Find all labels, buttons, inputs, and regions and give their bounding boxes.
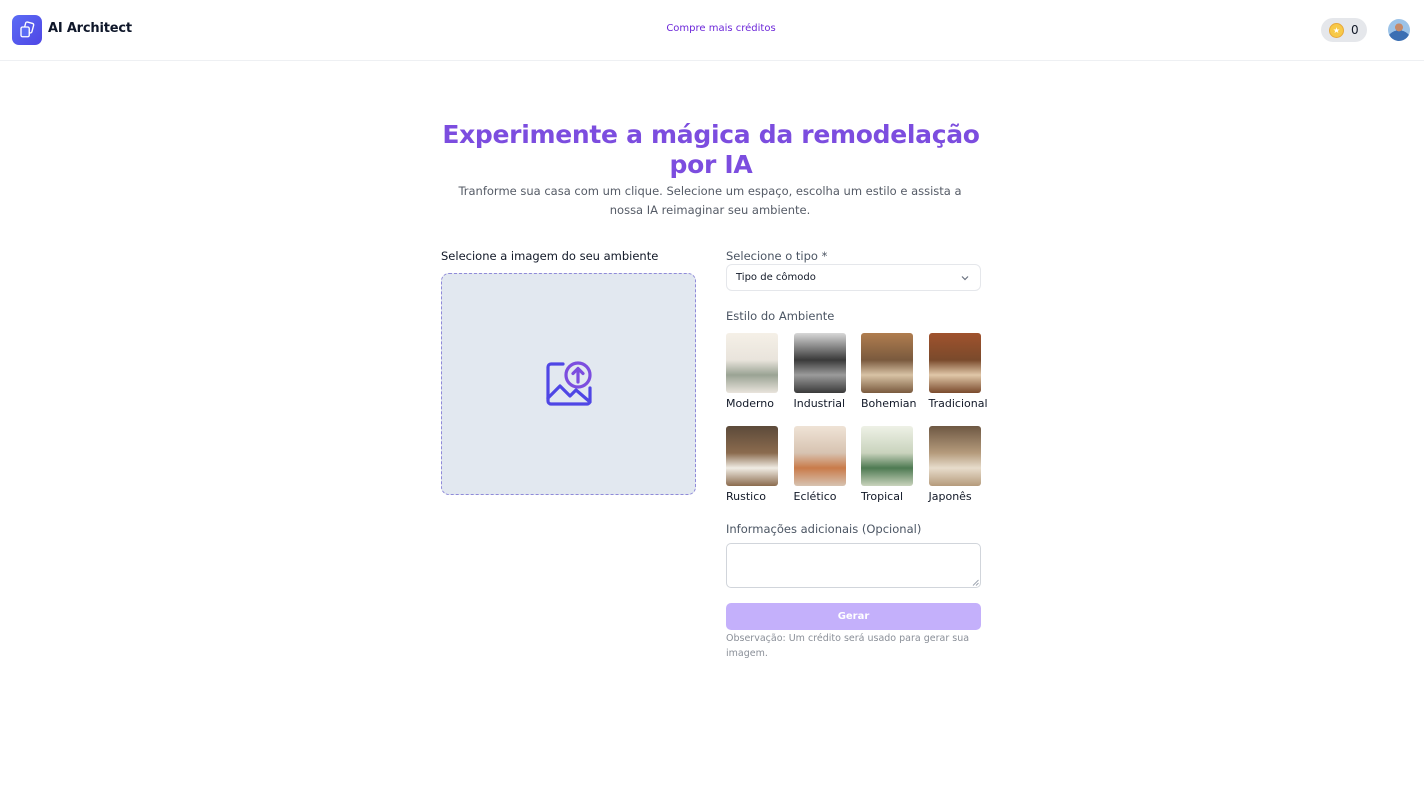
page-subtitle: Tranforme sua casa com um clique. Seleci… [458, 184, 962, 217]
style-name: Japonês [928, 490, 972, 503]
style-thumbnail [793, 426, 846, 486]
layers-logo-icon [20, 21, 35, 38]
page-title: Experimente a mágica da remodelação por … [442, 120, 980, 179]
style-option-rustico[interactable]: Rustico [726, 426, 796, 503]
app-logo[interactable] [12, 15, 42, 45]
room-type-select[interactable]: Tipo de cômodo [726, 264, 981, 291]
image-upload-icon [545, 361, 592, 406]
style-thumbnail [726, 333, 778, 393]
style-option-tropical[interactable]: Tropical [861, 426, 931, 503]
style-name: Industrial [793, 397, 846, 410]
user-avatar[interactable] [1388, 19, 1410, 41]
chevron-down-icon [961, 276, 969, 281]
style-option-ecletico[interactable]: Eclético [793, 426, 864, 503]
style-name: Bohemian [861, 397, 917, 410]
room-type-select-value: Tipo de cômodo [736, 272, 816, 283]
style-name: Rustico [726, 490, 766, 503]
style-option-moderno[interactable]: Moderno [726, 333, 796, 410]
style-option-industrial[interactable]: Industrial [793, 333, 864, 410]
style-option-tradicional[interactable]: Tradicional [928, 333, 999, 410]
style-option-bohemian[interactable]: Bohemian [861, 333, 931, 410]
style-thumbnail [928, 426, 981, 486]
style-name: Tropical [861, 490, 903, 503]
buy-credits-link[interactable]: Compre mais créditos [621, 23, 821, 34]
extra-info-label: Informações adicionais (Opcional) [726, 522, 922, 536]
upload-label: Selecione a imagem do seu ambiente [441, 249, 659, 263]
style-thumbnail [861, 333, 913, 393]
style-name: Eclético [793, 490, 837, 503]
brand-name[interactable]: AI Architect [48, 21, 132, 36]
style-name: Moderno [726, 397, 775, 410]
credits-badge[interactable]: ★ 0 [1321, 18, 1367, 42]
style-thumbnail [793, 333, 846, 393]
extra-info-textarea[interactable] [726, 543, 981, 588]
resize-handle-icon[interactable] [972, 579, 979, 586]
credits-count: 0 [1351, 23, 1359, 37]
room-type-label: Selecione o tipo * [726, 249, 828, 263]
generate-button[interactable]: Gerar [726, 603, 981, 630]
top-navbar: AI Architect Compre mais créditos ★ 0 [0, 0, 1424, 61]
coin-icon: ★ [1329, 22, 1344, 38]
style-option-japones[interactable]: Japonês [928, 426, 999, 503]
image-upload-dropzone[interactable] [441, 273, 696, 495]
style-thumbnail [726, 426, 778, 486]
style-thumbnail [928, 333, 981, 393]
style-name: Tradicional [928, 397, 988, 410]
style-thumbnail [861, 426, 913, 486]
style-label: Estilo do Ambiente [726, 309, 835, 323]
credit-usage-note: Observação: Um crédito será usado para g… [726, 633, 970, 659]
